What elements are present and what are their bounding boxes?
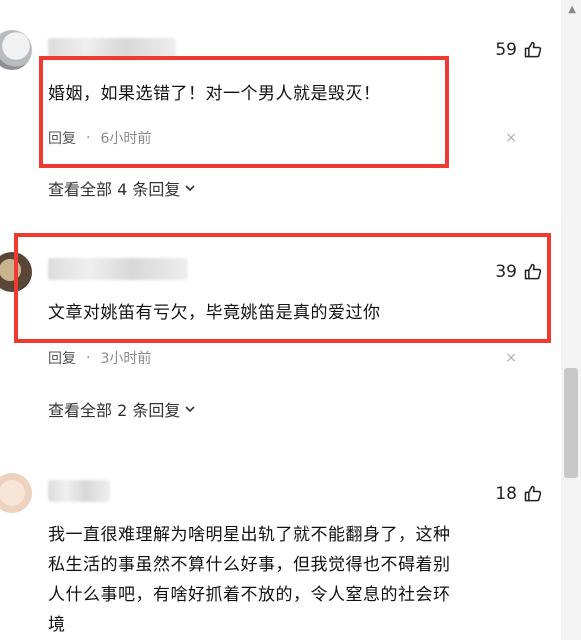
comment-time: 3小时前 [100,351,152,367]
avatar[interactable] [0,473,32,513]
thumbs-up-icon [524,41,542,58]
like-count: 59 [495,40,517,60]
meta-dot: · [86,350,91,366]
close-icon[interactable]: × [505,130,517,146]
chevron-down-icon [185,406,195,413]
highlight-box [14,233,551,343]
comment-text-line: 私生活的事虽然不算什么好事，但我觉得也不碍着别 [48,555,451,575]
highlight-box [39,56,449,168]
comment-text-line: 我一直很难理解为啥明星出轨了就不能翻身了，这种 [48,525,451,545]
comment-meta: 回复 · 3小时前 [48,348,151,368]
comment-text: 我一直很难理解为啥明星出轨了就不能翻身了，这种 私生活的事虽然不算什么好事，但我… [48,520,451,640]
comment-text-line: 人什么事吧，有啥好抓着不放的，令人窒息的社会环 [48,585,451,605]
view-all-replies-button[interactable]: 查看全部 2 条回复 [48,397,196,421]
like-button[interactable]: 59 [495,40,543,60]
close-icon[interactable]: × [505,350,517,366]
scroll-up-arrow-icon[interactable]: ▲ [568,4,576,15]
view-all-replies-label: 查看全部 4 条回复 [48,180,181,199]
username-blurred[interactable] [48,480,110,502]
reply-button[interactable]: 回复 [48,348,76,368]
chevron-down-icon [185,185,195,192]
like-button[interactable]: 18 [495,484,543,504]
view-all-replies-button[interactable]: 查看全部 4 条回复 [48,176,196,200]
scrollbar-thumb[interactable] [564,368,578,478]
avatar[interactable] [0,30,32,70]
thumbs-up-icon [524,485,542,502]
view-all-replies-label: 查看全部 2 条回复 [48,401,181,420]
comment-text-line: 境 [48,615,66,635]
like-count: 18 [495,484,517,504]
scrollbar[interactable]: ▲ [561,0,581,640]
